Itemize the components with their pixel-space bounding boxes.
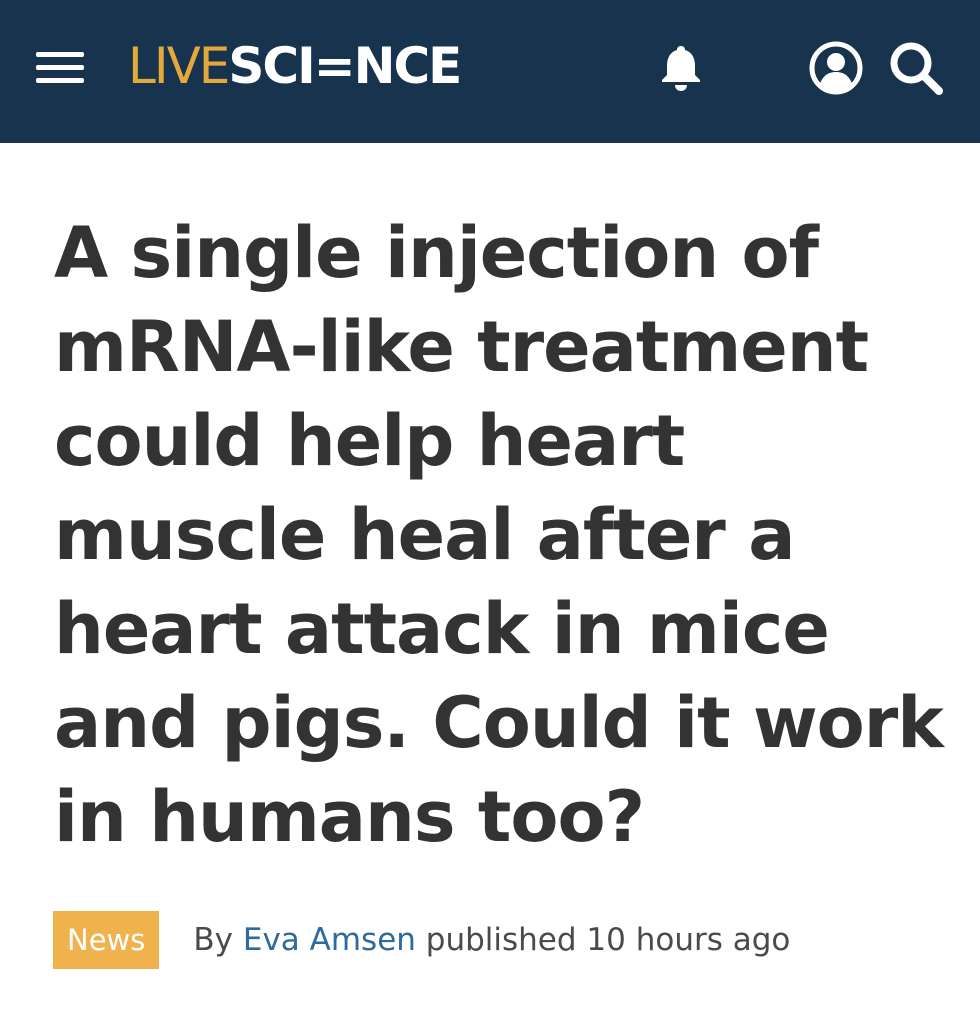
article-byline: News By Eva Amsen published 10 hours ago: [53, 911, 790, 969]
site-header: LIVESCI=NCE: [0, 0, 980, 143]
site-logo[interactable]: LIVESCI=NCE: [128, 36, 462, 96]
category-badge[interactable]: News: [53, 911, 160, 969]
by-label: By: [193, 922, 233, 958]
search-icon[interactable]: [886, 38, 946, 98]
bell-icon[interactable]: [656, 42, 706, 92]
logo-live-text: LIVE: [128, 37, 230, 95]
article-headline: A single injection of mRNA-like treatmen…: [54, 212, 944, 858]
published-time: published 10 hours ago: [425, 922, 791, 958]
author-link[interactable]: Eva Amsen: [243, 922, 416, 958]
logo-science-text: SCI=NCE: [228, 37, 462, 95]
byline-text: By Eva Amsen published 10 hours ago: [193, 922, 790, 958]
user-icon[interactable]: [808, 40, 864, 96]
menu-icon[interactable]: [36, 48, 84, 86]
